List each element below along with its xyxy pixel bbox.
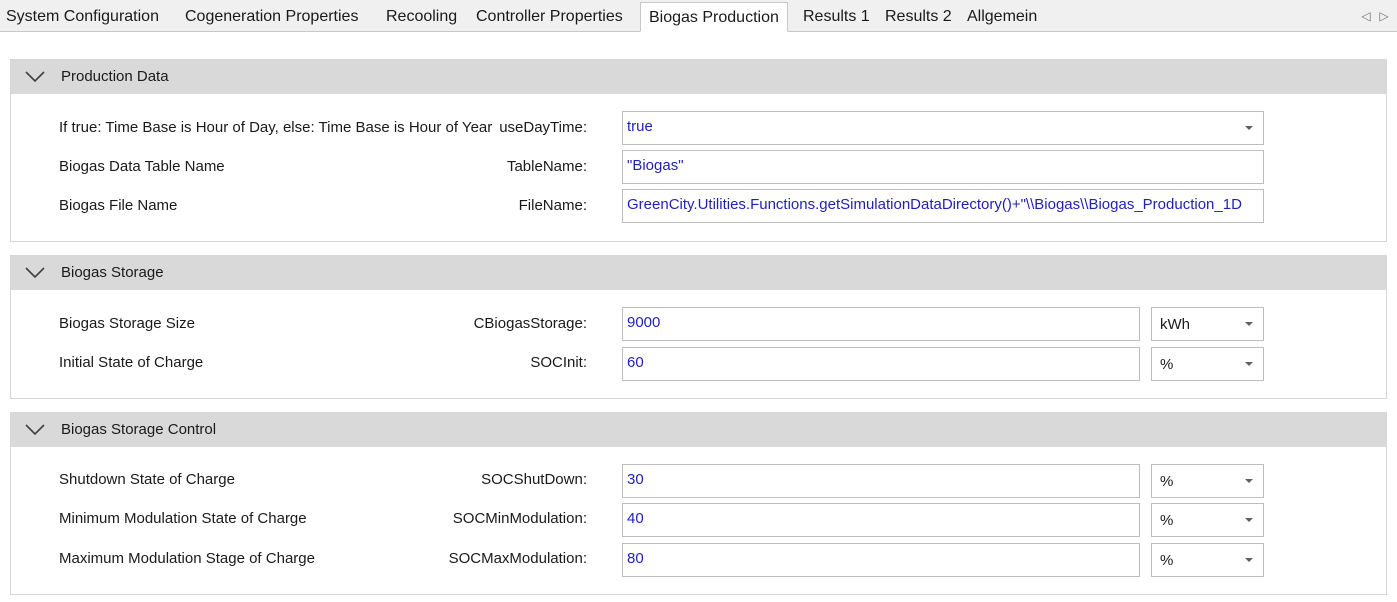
triangle-left-icon[interactable]: ◁ <box>1360 8 1372 24</box>
section-header[interactable]: Biogas Storage Control <box>11 413 1386 447</box>
soc-min-modulation-input[interactable]: 40 <box>622 503 1140 537</box>
soc-max-modulation-unit-select[interactable]: % <box>1151 543 1264 577</box>
caret-down-icon <box>1245 558 1253 562</box>
row-param: SOCShutDown: <box>481 471 587 488</box>
triangle-right-icon[interactable]: ▷ <box>1378 8 1390 24</box>
row-label: Biogas Storage Size <box>59 315 195 332</box>
section-header[interactable]: Biogas Storage <box>11 256 1386 290</box>
soc-shutdown-input[interactable]: 30 <box>622 464 1140 498</box>
unit-value: % <box>1160 552 1174 569</box>
caret-down-icon <box>1245 518 1253 522</box>
file-name-input[interactable]: GreenCity.Utilities.Functions.getSimulat… <box>622 189 1264 223</box>
row-label: Biogas Data Table Name <box>59 158 225 175</box>
tab-allgemein[interactable]: Allgemein <box>967 3 1037 31</box>
unit-value: kWh <box>1160 316 1190 333</box>
section-title: Biogas Storage <box>61 264 164 281</box>
soc-max-modulation-input[interactable]: 80 <box>622 543 1140 577</box>
row-label: If true: Time Base is Hour of Day, else:… <box>59 119 493 136</box>
row-param: CBiogasStorage: <box>473 315 587 332</box>
chevron-down-icon[interactable] <box>25 71 45 83</box>
unit-value: % <box>1160 356 1174 373</box>
section-biogas-storage: Biogas Storage Biogas Storage Size CBiog… <box>10 255 1387 399</box>
tab-results-1[interactable]: Results 1 <box>803 3 870 31</box>
soc-shutdown-unit-select[interactable]: % <box>1151 464 1264 498</box>
row-param: FileName: <box>518 197 587 214</box>
row-param: useDayTime: <box>499 119 587 136</box>
use-day-time-select[interactable]: true <box>622 111 1264 145</box>
row-label: Initial State of Charge <box>59 354 204 371</box>
storage-size-input[interactable]: 9000 <box>622 307 1140 341</box>
row-label: Biogas File Name <box>59 197 178 214</box>
section-production-data: Production Data If true: Time Base is Ho… <box>10 59 1387 242</box>
caret-down-icon <box>1245 362 1253 366</box>
row-label: Minimum Modulation State of Charge <box>59 510 307 527</box>
section-header[interactable]: Production Data <box>11 60 1386 94</box>
section-title: Production Data <box>61 68 169 85</box>
tab-controller-properties[interactable]: Controller Properties <box>476 3 623 31</box>
caret-down-icon <box>1245 479 1253 483</box>
tab-recooling[interactable]: Recooling <box>386 3 457 31</box>
row-label: Shutdown State of Charge <box>59 471 235 488</box>
row-param: SOCMinModulation: <box>452 510 587 527</box>
row-param: SOCMaxModulation: <box>448 550 587 567</box>
tab-results-2[interactable]: Results 2 <box>885 3 952 31</box>
section-title: Biogas Storage Control <box>61 421 217 438</box>
chevron-down-icon[interactable] <box>25 424 45 436</box>
tab-cogeneration-properties[interactable]: Cogeneration Properties <box>185 3 358 31</box>
caret-down-icon <box>1245 126 1253 130</box>
row-param: SOCInit: <box>530 354 587 371</box>
section-biogas-storage-control: Biogas Storage Control Shutdown State of… <box>10 412 1387 595</box>
select-value: true <box>627 118 653 135</box>
caret-down-icon <box>1245 322 1253 326</box>
soc-init-input[interactable]: 60 <box>622 347 1140 381</box>
tab-system-configuration[interactable]: System Configuration <box>6 3 159 31</box>
unit-value: % <box>1160 473 1174 490</box>
tab-bar: System Configuration Cogeneration Proper… <box>0 0 1397 32</box>
tab-biogas-production[interactable]: Biogas Production <box>640 2 788 32</box>
row-param: TableName: <box>506 158 587 175</box>
soc-min-modulation-unit-select[interactable]: % <box>1151 503 1264 537</box>
unit-value: % <box>1160 512 1174 529</box>
chevron-down-icon[interactable] <box>25 267 45 279</box>
table-name-input[interactable]: "Biogas" <box>622 150 1264 184</box>
soc-init-unit-select[interactable]: % <box>1151 347 1264 381</box>
row-label: Maximum Modulation Stage of Charge <box>59 550 315 567</box>
storage-size-unit-select[interactable]: kWh <box>1151 307 1264 341</box>
